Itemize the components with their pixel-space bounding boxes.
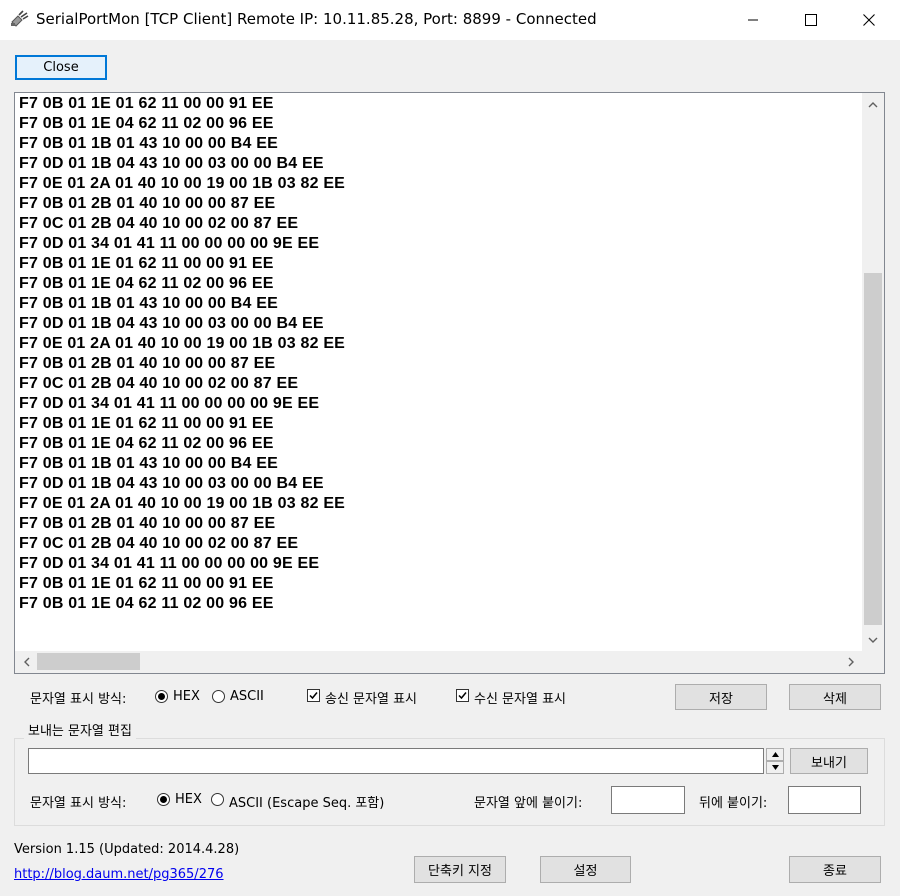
display-hex-label[interactable]: HEX xyxy=(173,689,200,704)
vertical-scrollbar[interactable] xyxy=(862,93,884,655)
send-ascii-radio[interactable] xyxy=(211,793,224,806)
radio-selected-dot xyxy=(160,796,167,803)
maximize-button[interactable] xyxy=(782,0,840,40)
save-label: 저장 xyxy=(709,691,733,707)
close-connection-button[interactable]: Close xyxy=(15,55,107,80)
log-line: F7 0B 01 2B 01 40 10 00 00 87 EE xyxy=(19,355,276,372)
close-icon xyxy=(863,14,875,26)
log-line: F7 0B 01 1E 01 62 11 00 00 91 EE xyxy=(19,95,274,112)
send-ascii-label[interactable]: ASCII (Escape Seq. 포함) xyxy=(229,792,384,811)
log-line: F7 0B 01 1E 01 62 11 00 00 91 EE xyxy=(19,415,274,432)
log-line: F7 0C 01 2B 04 40 10 00 02 00 87 EE xyxy=(19,375,299,392)
log-line: F7 0B 01 1E 04 62 11 02 00 96 EE xyxy=(19,115,274,132)
prefix-input[interactable] xyxy=(611,786,685,814)
display-ascii-radio[interactable] xyxy=(212,690,225,703)
exit-label: 종료 xyxy=(823,864,847,879)
log-line: F7 0B 01 1E 04 62 11 02 00 96 EE xyxy=(19,595,274,612)
log-line: F7 0B 01 2B 01 40 10 00 00 87 EE xyxy=(19,195,276,212)
version-text: Version 1.15 (Updated: 2014.4.28) xyxy=(14,842,240,857)
close-connection-label: Close xyxy=(43,60,79,75)
log-line: F7 0B 01 1E 01 62 11 00 00 91 EE xyxy=(19,575,274,592)
show-sent-label[interactable]: 송신 문자열 표시 xyxy=(325,688,417,707)
minimize-button[interactable] xyxy=(724,0,782,40)
received-log[interactable]: F7 0B 01 1E 01 62 11 00 00 91 EE F7 0B 01… xyxy=(14,92,885,674)
log-line: F7 0B 01 2B 01 40 10 00 00 87 EE xyxy=(19,515,276,532)
delete-label: 삭제 xyxy=(823,691,847,707)
settings-label: 설정 xyxy=(573,864,598,879)
save-button[interactable]: 저장 xyxy=(675,684,767,710)
shortcut-button[interactable]: 단축키 지정 xyxy=(414,856,506,883)
spin-up-icon[interactable] xyxy=(766,748,784,761)
checkmark-icon xyxy=(458,692,467,700)
send-hex-label[interactable]: HEX xyxy=(175,792,202,807)
title-bar: SerialPortMon [TCP Client] Remote IP: 10… xyxy=(0,0,900,40)
log-line: F7 0B 01 1B 01 43 10 00 00 B4 EE xyxy=(19,455,279,472)
log-line: F7 0D 01 1B 04 43 10 00 03 00 00 B4 EE xyxy=(19,475,324,492)
log-line: F7 0B 01 1E 04 62 11 02 00 96 EE xyxy=(19,275,274,292)
maximize-icon xyxy=(805,14,817,26)
log-line: F7 0D 01 1B 04 43 10 00 03 00 00 B4 EE xyxy=(19,155,324,172)
log-line: F7 0B 01 1B 01 43 10 00 00 B4 EE xyxy=(19,135,279,152)
show-sent-checkbox[interactable] xyxy=(307,689,320,702)
minimize-icon xyxy=(747,14,759,26)
display-ascii-label[interactable]: ASCII xyxy=(230,689,264,704)
log-line: F7 0C 01 2B 04 40 10 00 02 00 87 EE xyxy=(19,535,299,552)
log-line: F7 0D 01 34 01 41 11 00 00 00 00 9E EE xyxy=(19,555,320,572)
log-line: F7 0D 01 34 01 41 11 00 00 00 00 9E EE xyxy=(19,395,320,412)
suffix-label: 뒤에 붙이기: xyxy=(699,796,768,811)
settings-button[interactable]: 설정 xyxy=(540,856,631,883)
horizontal-scroll-thumb[interactable] xyxy=(37,653,140,670)
log-line: F7 0E 01 2A 01 40 10 00 19 00 1B 03 82 E… xyxy=(19,175,346,192)
scroll-right-icon[interactable] xyxy=(841,652,861,672)
display-hex-radio[interactable] xyxy=(155,690,168,703)
exit-button[interactable]: 종료 xyxy=(789,856,881,883)
log-line: F7 0E 01 2A 01 40 10 00 19 00 1B 03 82 E… xyxy=(19,335,346,352)
log-line: F7 0E 01 2A 01 40 10 00 19 00 1B 03 82 E… xyxy=(19,495,346,512)
scroll-left-icon[interactable] xyxy=(17,652,37,672)
spin-down-icon[interactable] xyxy=(766,761,784,774)
radio-selected-dot xyxy=(158,693,165,700)
scroll-down-icon[interactable] xyxy=(863,630,883,650)
suffix-input[interactable] xyxy=(788,786,861,814)
shortcut-label: 단축키 지정 xyxy=(428,864,492,879)
log-line: F7 0B 01 1E 01 62 11 00 00 91 EE xyxy=(19,255,274,272)
scrollbar-corner xyxy=(862,651,884,673)
log-line: F7 0D 01 1B 04 43 10 00 03 00 00 B4 EE xyxy=(19,315,324,332)
log-lines: F7 0B 01 1E 01 62 11 00 00 91 EE F7 0B 01… xyxy=(19,94,345,614)
send-button[interactable]: 보내기 xyxy=(790,748,868,774)
serial-plug-icon xyxy=(10,10,30,28)
delete-button[interactable]: 삭제 xyxy=(789,684,881,710)
horizontal-scrollbar[interactable] xyxy=(15,651,862,673)
log-line: F7 0B 01 1E 04 62 11 02 00 96 EE xyxy=(19,435,274,452)
display-mode-label: 문자열 표시 방식: xyxy=(30,692,127,707)
send-hex-radio[interactable] xyxy=(157,793,170,806)
show-received-label[interactable]: 수신 문자열 표시 xyxy=(474,688,566,707)
send-label: 보내기 xyxy=(811,755,847,771)
prefix-label: 문자열 앞에 붙이기: xyxy=(474,796,583,811)
checkmark-icon xyxy=(309,692,318,700)
log-line: F7 0B 01 1B 01 43 10 00 00 B4 EE xyxy=(19,295,279,312)
send-mode-label: 문자열 표시 방식: xyxy=(30,796,127,811)
history-spinner[interactable] xyxy=(766,748,784,774)
log-line: F7 0C 01 2B 04 40 10 00 02 00 87 EE xyxy=(19,215,299,232)
scroll-up-icon[interactable] xyxy=(863,95,883,115)
send-group-title: 보내는 문자열 편집 xyxy=(24,720,136,739)
log-line: F7 0D 01 34 01 41 11 00 00 00 00 9E EE xyxy=(19,235,320,252)
vertical-scroll-thumb[interactable] xyxy=(864,273,882,625)
blog-link[interactable]: http://blog.daum.net/pg365/276 xyxy=(14,867,224,882)
show-received-checkbox[interactable] xyxy=(456,689,469,702)
send-input[interactable] xyxy=(28,748,764,774)
window-close-button[interactable] xyxy=(840,0,898,40)
window-title: SerialPortMon [TCP Client] Remote IP: 10… xyxy=(36,10,597,28)
